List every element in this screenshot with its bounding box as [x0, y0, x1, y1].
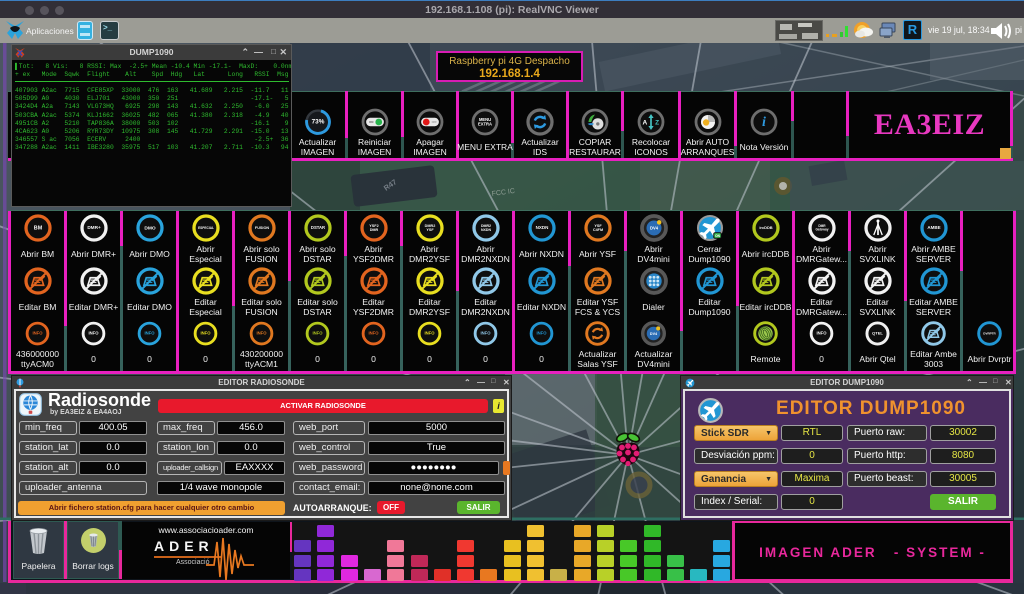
svg-text:QTEL: QTEL	[872, 331, 883, 336]
svg-text:INFO: INFO	[312, 331, 323, 336]
svg-text:INFO: INFO	[256, 331, 267, 336]
svg-text:INFO: INFO	[144, 331, 155, 336]
svg-text:INFO: INFO	[816, 331, 827, 336]
svg-text:INFO: INFO	[368, 331, 379, 336]
svg-text:NXDN: NXDN	[480, 228, 490, 232]
svg-text:YSF: YSF	[426, 228, 434, 232]
svg-text:DMR+: DMR+	[87, 225, 101, 230]
svg-text:OFF: OFF	[432, 120, 438, 124]
svg-text:NXDN: NXDN	[535, 225, 548, 230]
svg-text:Gateway: Gateway	[815, 228, 828, 232]
svg-text:AMBE: AMBE	[927, 225, 940, 230]
svg-text:DSTAR: DSTAR	[310, 225, 324, 230]
svg-text:DV4: DV4	[650, 332, 658, 336]
svg-text:ON: ON	[715, 234, 720, 238]
svg-text:DVRPTR: DVRPTR	[983, 331, 996, 335]
svg-text:INFO: INFO	[88, 331, 99, 336]
svg-text:BM: BM	[33, 225, 42, 231]
svg-text:DMO: DMO	[144, 225, 156, 231]
svg-text:EXTRA: EXTRA	[478, 121, 492, 126]
svg-text:INFO: INFO	[200, 331, 211, 336]
svg-text:ESPECIAL: ESPECIAL	[198, 226, 214, 230]
svg-text:INFO: INFO	[480, 331, 491, 336]
svg-text:Z: Z	[655, 120, 659, 127]
svg-text:C4FM: C4FM	[592, 228, 602, 232]
svg-text:DV4: DV4	[650, 226, 659, 231]
svg-text:ON: ON	[369, 120, 373, 124]
svg-text:INFO: INFO	[424, 331, 435, 336]
svg-text:i: i	[762, 114, 766, 130]
svg-text:A: A	[643, 120, 648, 127]
svg-text:INFO: INFO	[32, 331, 43, 336]
svg-text:73%: 73%	[311, 119, 324, 126]
svg-text:INFO: INFO	[536, 331, 547, 336]
svg-text:FUSION: FUSION	[254, 226, 268, 230]
svg-text:ircDDB: ircDDB	[759, 225, 772, 230]
svg-text:DMR: DMR	[369, 228, 378, 232]
